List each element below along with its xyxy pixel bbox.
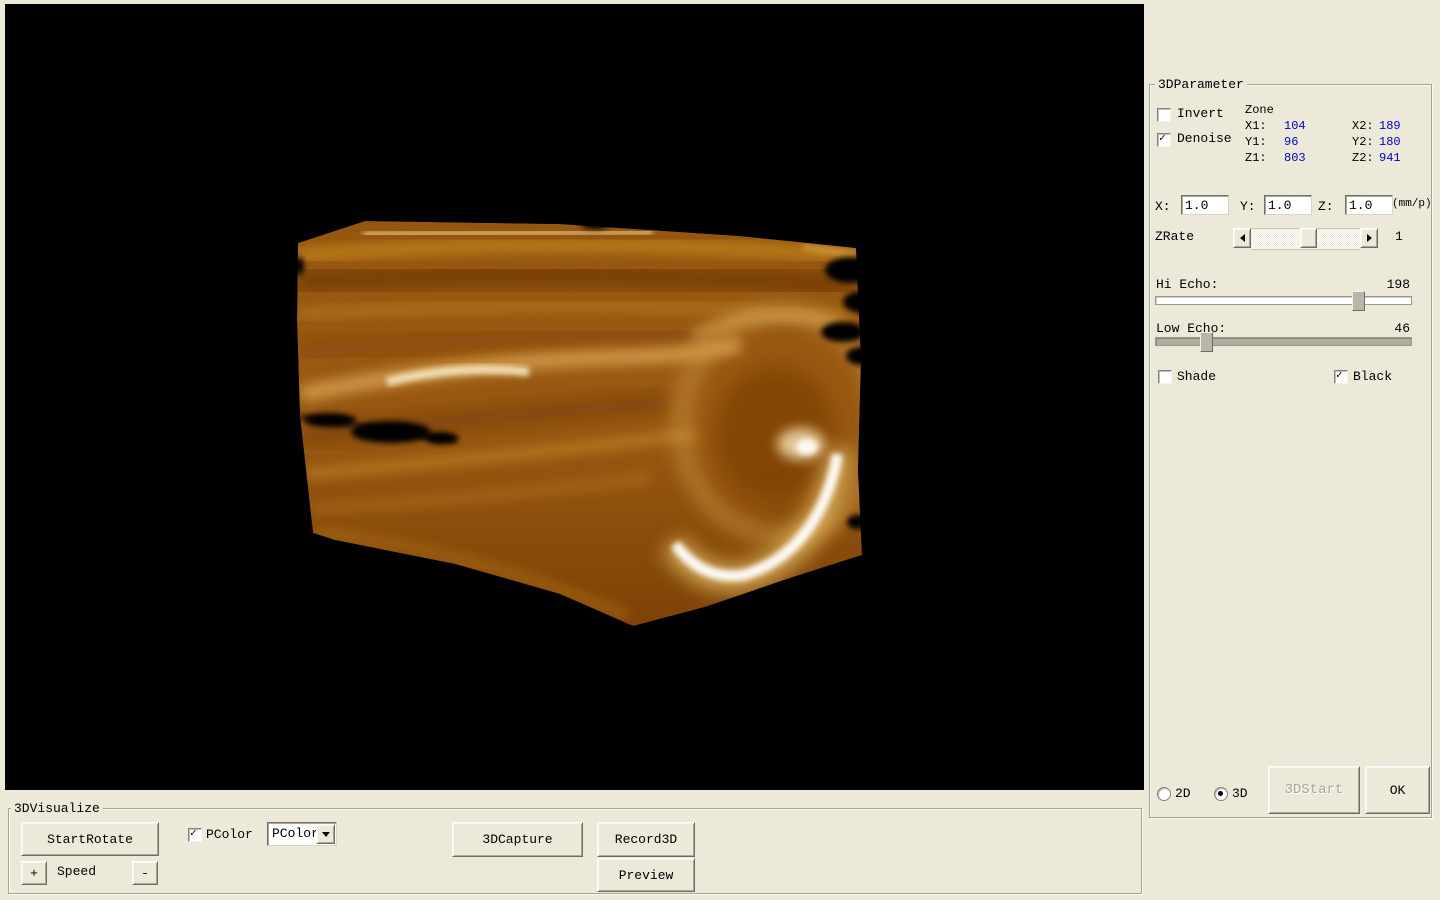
- zrate-label: ZRate: [1155, 229, 1194, 244]
- shade-label: Shade: [1177, 369, 1216, 384]
- group-3dparameter-title: 3DParameter: [1155, 78, 1247, 92]
- zone-x2-label: X2:: [1352, 119, 1374, 133]
- denoise-label: Denoise: [1177, 131, 1232, 146]
- invert-checkbox[interactable]: [1157, 108, 1171, 122]
- hi-echo-slider-thumb[interactable]: [1352, 291, 1365, 311]
- dot-icon: [1218, 791, 1223, 796]
- scale-x-input[interactable]: [1181, 195, 1229, 215]
- hi-echo-slider-track[interactable]: [1155, 296, 1412, 305]
- denoise-checkbox[interactable]: [1157, 133, 1171, 147]
- zrate-scrollbar-thumb[interactable]: [1300, 228, 1317, 248]
- low-echo-slider-track[interactable]: [1155, 337, 1412, 346]
- record3d-button[interactable]: Record3D: [597, 822, 695, 857]
- speed-label: Speed: [57, 864, 96, 879]
- scale-unit-label: (mm/p): [1392, 197, 1432, 212]
- scale-z-input[interactable]: [1345, 195, 1393, 215]
- zone-y2-label: Y2:: [1352, 135, 1374, 149]
- zone-y1-value: 96: [1284, 135, 1298, 149]
- 3dstart-button[interactable]: 3DStart: [1268, 766, 1360, 814]
- scale-y-label: Y:: [1240, 199, 1256, 214]
- zone-y2-value: 180: [1379, 135, 1401, 149]
- volume-body: [295, 194, 1144, 654]
- scale-z-label: Z:: [1318, 199, 1334, 214]
- mode-3d-radio[interactable]: [1214, 787, 1228, 801]
- render-viewport[interactable]: [5, 4, 1144, 790]
- zrate-scrollbar[interactable]: [1233, 228, 1378, 248]
- triangle-right-icon[interactable]: [1360, 228, 1378, 248]
- speed-plus-button[interactable]: +: [21, 861, 47, 885]
- mode-3d-label: 3D: [1232, 786, 1248, 801]
- volume-render[interactable]: [5, 4, 1144, 790]
- check-icon: [1159, 133, 1166, 145]
- preview-button[interactable]: Preview: [597, 858, 695, 892]
- zone-x1-value: 104: [1284, 119, 1306, 133]
- low-echo-value: 46: [1370, 321, 1410, 336]
- zone-z2-value: 941: [1379, 151, 1401, 165]
- zone-y1-label: Y1:: [1245, 135, 1267, 149]
- app-window: 3DParameter Invert Denoise Zone X1: 104 …: [0, 0, 1440, 900]
- chevron-down-icon[interactable]: [316, 824, 335, 844]
- hi-echo-value: 198: [1370, 277, 1410, 292]
- pcolor-dropdown[interactable]: PColor: [267, 822, 337, 846]
- mode-2d-label: 2D: [1175, 786, 1191, 801]
- zone-x2-value: 189: [1379, 119, 1401, 133]
- mode-2d-radio[interactable]: [1157, 787, 1171, 801]
- shade-checkbox[interactable]: [1158, 370, 1172, 384]
- triangle-left-icon[interactable]: [1233, 228, 1251, 248]
- zrate-value: 1: [1395, 229, 1403, 244]
- black-checkbox[interactable]: [1334, 370, 1348, 384]
- scale-x-label: X:: [1155, 199, 1171, 214]
- zone-x1-label: X1:: [1245, 119, 1267, 133]
- hi-echo-label: Hi Echo:: [1156, 277, 1218, 292]
- pcolor-checkbox[interactable]: [188, 828, 202, 842]
- ok-button[interactable]: OK: [1365, 766, 1430, 814]
- zone-title: Zone: [1245, 103, 1274, 117]
- low-echo-slider-thumb[interactable]: [1200, 332, 1213, 352]
- zone-z2-label: Z2:: [1352, 151, 1374, 165]
- scale-y-input[interactable]: [1264, 195, 1312, 215]
- start-rotate-button[interactable]: StartRotate: [21, 822, 159, 856]
- check-icon: [190, 828, 197, 840]
- pcolor-dropdown-value: PColor: [272, 826, 319, 841]
- invert-label: Invert: [1177, 106, 1224, 121]
- check-icon: [1336, 370, 1343, 382]
- pcolor-label: PColor: [206, 827, 253, 842]
- zone-z1-label: Z1:: [1245, 151, 1267, 165]
- zone-z1-value: 803: [1284, 151, 1306, 165]
- group-3dvisualize-title: 3DVisualize: [11, 802, 103, 816]
- low-echo-label: Low Echo:: [1156, 321, 1226, 336]
- 3dcapture-button[interactable]: 3DCapture: [452, 822, 583, 857]
- black-label: Black: [1353, 369, 1392, 384]
- speed-minus-button[interactable]: -: [132, 861, 158, 885]
